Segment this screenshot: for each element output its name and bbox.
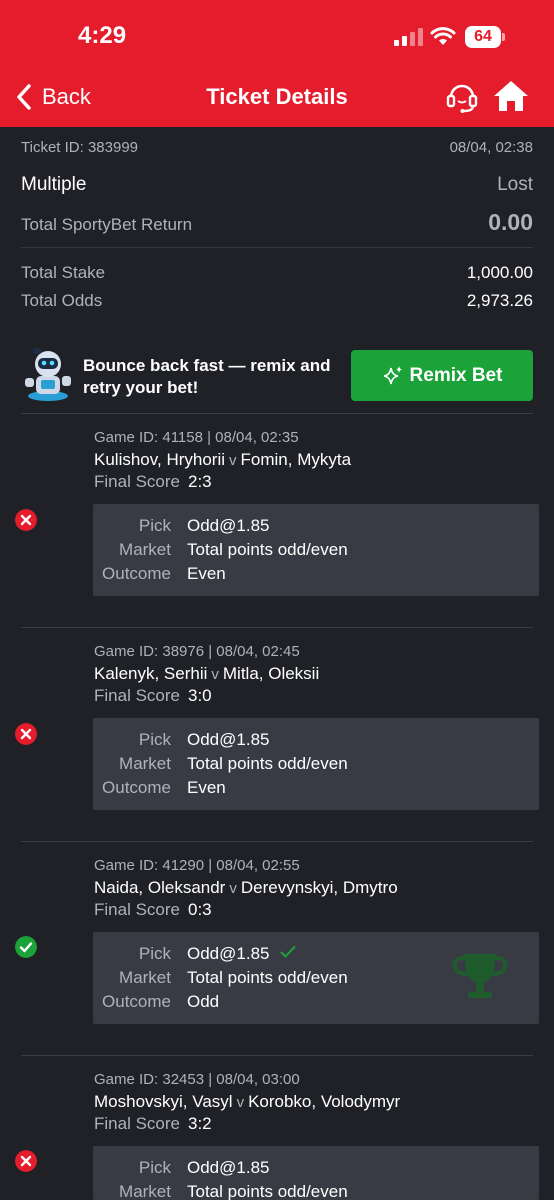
sparkle-icon (383, 365, 402, 384)
final-score: Final Score 2:3 (94, 472, 212, 492)
ticket-result: Lost (497, 174, 533, 195)
market-label: Market (119, 540, 171, 559)
final-score-value: 3:2 (187, 1114, 212, 1133)
pick-label: Pick (138, 516, 171, 535)
final-score-value: 2:3 (187, 472, 212, 491)
odds-value: 2,973.26 (466, 291, 533, 310)
pick-value: Odd@1.85 (187, 944, 270, 963)
versus-label: v (229, 452, 237, 469)
top-bar: 4:29 64 Back Ticket Details (0, 0, 554, 127)
home-team: Kalenyk, Serhii (94, 664, 208, 683)
odds-row: Total Odds 2,973.26 (21, 291, 533, 311)
final-score: Final Score 3:0 (94, 686, 212, 706)
market-label: Market (119, 754, 171, 773)
market-value: Total points odd/even (187, 754, 348, 773)
remix-bet-button[interactable]: Remix Bet (351, 350, 533, 401)
selection-details: Pick Odd@1.85 Market Total points odd/ev… (93, 932, 539, 1024)
market-value: Total points odd/even (187, 968, 348, 987)
versus-label: v (211, 666, 219, 683)
battery-level: 64 (465, 26, 501, 48)
return-value: 0.00 (488, 209, 533, 235)
lost-status-icon (15, 1150, 37, 1172)
pick-value: Odd@1.85 (187, 516, 270, 535)
lost-status-icon (15, 509, 37, 531)
final-score-value: 3:0 (187, 686, 212, 705)
market-label: Market (119, 1182, 171, 1200)
final-score-label: Final Score (94, 686, 180, 705)
pick-value: Odd@1.85 (187, 1158, 270, 1177)
won-status-icon (15, 936, 37, 958)
outcome-value: Even (187, 778, 226, 797)
remix-bet-label: Remix Bet (409, 364, 503, 386)
odds-label: Total Odds (21, 291, 103, 310)
bet-type-row: Multiple Lost (21, 174, 533, 196)
trophy-icon (452, 954, 508, 998)
status-time: 4:29 (78, 22, 127, 49)
promo-text: Bounce back fast — remix and retry your … (83, 356, 331, 397)
outcome-value: Even (187, 564, 226, 583)
match-teams: Kulishov, Hryhorii v Fomin, Mykyta (94, 450, 351, 470)
game-id: Game ID: 38976 | 08/04, 02:45 (94, 643, 300, 660)
selection-details: Pick Odd@1.85 Market Total points odd/ev… (93, 1146, 539, 1200)
outcome-label: Outcome (102, 564, 171, 583)
market-value: Total points odd/even (187, 540, 348, 559)
lost-status-icon (15, 723, 37, 745)
wifi-icon (430, 27, 456, 45)
versus-label: v (236, 1094, 245, 1111)
match-teams: Naida, Oleksandr v Derevynskyi, Dmytro (94, 878, 398, 898)
ticket-meta-row: Ticket ID: 383999 08/04, 02:38 (21, 139, 533, 156)
away-team: Fomin, Mykyta (240, 450, 352, 469)
match-teams: Kalenyk, Serhii v Mitla, Oleksii (94, 664, 319, 684)
stake-row: Total Stake 1,000.00 (21, 263, 533, 283)
home-team: Kulishov, Hryhorii (94, 450, 226, 469)
outcome-value: Odd (187, 992, 220, 1011)
game-id: Game ID: 41290 | 08/04, 02:55 (94, 857, 300, 874)
final-score-value: 0:3 (187, 900, 212, 919)
section-divider (21, 413, 533, 414)
pick-label: Pick (138, 944, 171, 963)
check-icon (280, 946, 296, 958)
battery-tip (502, 33, 505, 41)
ticket-datetime: 08/04, 02:38 (449, 139, 533, 156)
market-label: Market (119, 968, 171, 987)
bet-type: Multiple (21, 174, 87, 195)
headset-support-icon[interactable] (444, 78, 480, 114)
market-value: Total points odd/even (187, 1182, 348, 1200)
match-teams: Moshovskyi, Vasyl v Korobko, Volodymyr (94, 1092, 400, 1112)
game-divider (21, 1055, 533, 1056)
pick-value-group: Odd@1.85 (187, 944, 296, 964)
pick-value: Odd@1.85 (187, 730, 270, 749)
final-score-label: Final Score (94, 1114, 180, 1133)
final-score-label: Final Score (94, 472, 180, 491)
cellular-signal-icon (394, 28, 424, 46)
away-team: Korobko, Volodymyr (248, 1092, 401, 1111)
return-label: Total SportyBet Return (21, 215, 193, 234)
away-team: Mitla, Oleksii (222, 664, 320, 683)
outcome-label: Outcome (102, 992, 171, 1011)
versus-label: v (229, 880, 237, 897)
home-team: Moshovskyi, Vasyl (94, 1092, 233, 1111)
pick-label: Pick (138, 730, 171, 749)
selection-details: Pick Odd@1.85 Market Total points odd/ev… (93, 718, 539, 810)
home-icon[interactable] (492, 78, 530, 114)
game-divider (21, 627, 533, 628)
outcome-label: Outcome (102, 778, 171, 797)
stake-value: 1,000.00 (466, 263, 533, 282)
away-team: Derevynskyi, Dmytro (240, 878, 398, 897)
game-divider (21, 841, 533, 842)
stake-label: Total Stake (21, 263, 106, 282)
final-score-label: Final Score (94, 900, 180, 919)
robot-mascot-icon (25, 348, 71, 401)
ticket-id: Ticket ID: 383999 (21, 139, 139, 156)
game-id: Game ID: 41158 | 08/04, 02:35 (94, 429, 299, 446)
home-team: Naida, Oleksandr (94, 878, 226, 897)
return-row: Total SportyBet Return 0.00 (21, 209, 533, 236)
final-score: Final Score 0:3 (94, 900, 212, 920)
pick-label: Pick (138, 1158, 171, 1177)
selection-details: Pick Odd@1.85 Market Total points odd/ev… (93, 504, 539, 596)
summary-divider (21, 247, 533, 248)
game-id: Game ID: 32453 | 08/04, 03:00 (94, 1071, 300, 1088)
final-score: Final Score 3:2 (94, 1114, 212, 1134)
